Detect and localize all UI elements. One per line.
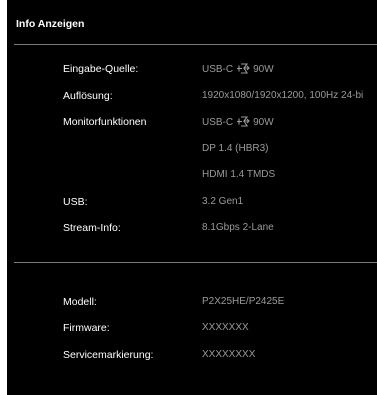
info-value: USB-C 90W bbox=[202, 63, 274, 75]
info-label: Modell: bbox=[63, 296, 97, 308]
info-row-monitor-features: Monitorfunktionen USB-C 90W bbox=[7, 116, 377, 132]
info-label: Eingabe-Quelle: bbox=[63, 63, 139, 75]
info-row-hdmi: HDMI 1.4 TMDS bbox=[7, 169, 377, 185]
info-row-model: Modell: P2X25HE/P2425E bbox=[7, 296, 377, 312]
section-divider bbox=[14, 262, 377, 263]
panel-title: Info Anzeigen bbox=[16, 18, 85, 30]
info-value: XXXXXXXX bbox=[202, 349, 256, 360]
info-row-service-tag: Servicemarkierung: XXXXXXXX bbox=[7, 349, 377, 365]
info-value: 1920x1080/1920x1200, 100Hz 24-bi bbox=[202, 90, 364, 101]
osd-info-panel: Info Anzeigen Eingabe-Quelle: USB-C 90W A… bbox=[7, 0, 377, 395]
info-row-displayport: DP 1.4 (HBR3) bbox=[7, 143, 377, 159]
info-row-stream-info: Stream-Info: 8.1Gbps 2-Lane bbox=[7, 222, 377, 238]
info-value: DP 1.4 (HBR3) bbox=[202, 143, 269, 154]
info-row-firmware: Firmware: XXXXXXX bbox=[7, 322, 377, 338]
info-value: 3.2 Gen1 bbox=[202, 196, 244, 207]
info-value: XXXXXXX bbox=[202, 322, 249, 333]
info-label: Stream-Info: bbox=[63, 222, 121, 234]
usb-c-power-icon bbox=[237, 63, 250, 74]
info-label: USB: bbox=[63, 196, 88, 208]
info-label: Monitorfunktionen bbox=[63, 116, 147, 128]
info-label: Servicemarkierung: bbox=[63, 349, 154, 361]
info-value: 8.1Gbps 2-Lane bbox=[202, 222, 274, 233]
info-label: Auflösung: bbox=[63, 90, 113, 102]
title-divider bbox=[14, 44, 377, 45]
info-row-usb: USB: 3.2 Gen1 bbox=[7, 196, 377, 212]
info-row-resolution: Auflösung: 1920x1080/1920x1200, 100Hz 24… bbox=[7, 90, 377, 106]
info-label: Firmware: bbox=[63, 322, 110, 334]
info-value: P2X25HE/P2425E bbox=[202, 296, 285, 307]
usb-c-power-icon bbox=[237, 116, 250, 127]
info-row-input-source: Eingabe-Quelle: USB-C 90W bbox=[7, 63, 377, 79]
info-value: HDMI 1.4 TMDS bbox=[202, 169, 276, 180]
info-value: USB-C 90W bbox=[202, 116, 274, 128]
